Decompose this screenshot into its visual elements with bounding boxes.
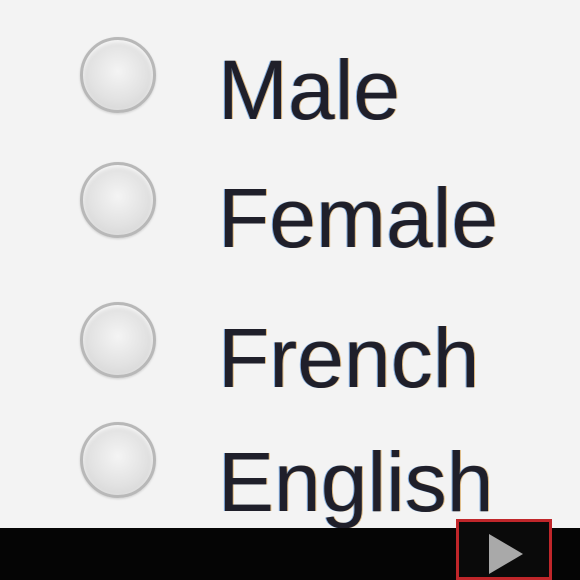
option-label-female[interactable]: Female xyxy=(218,176,498,260)
play-button[interactable] xyxy=(456,519,552,580)
radio-french[interactable] xyxy=(80,302,156,378)
radio-female[interactable] xyxy=(80,162,156,238)
option-label-english[interactable]: English xyxy=(218,440,494,524)
screen: Male Female French English xyxy=(0,0,580,580)
option-label-french[interactable]: French xyxy=(218,316,479,400)
radio-english[interactable] xyxy=(80,422,156,498)
play-icon xyxy=(489,534,523,574)
radio-male[interactable] xyxy=(80,37,156,113)
option-label-male[interactable]: Male xyxy=(218,48,400,132)
